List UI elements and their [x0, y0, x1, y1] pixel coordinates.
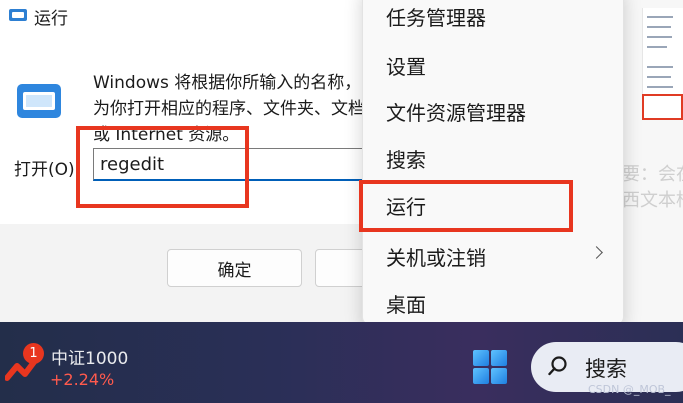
menu-item-task-manager[interactable]: 任务管理器 [363, 0, 623, 42]
background-text-line: 西文本框 [622, 190, 683, 211]
thumbnail-line [647, 16, 673, 18]
annotation-box-input [76, 126, 249, 208]
menu-item-label: 桌面 [386, 293, 426, 317]
start-pane [473, 368, 489, 384]
menu-item-label: 关机或注销 [386, 246, 486, 270]
start-context-menu: 任务管理器 设置 文件资源管理器 搜索 运行 关机或注销 桌面 [362, 0, 624, 325]
chevron-right-icon [590, 246, 603, 259]
background-window: 要：会在 西文本框 [622, 0, 683, 322]
menu-item-label: 设置 [386, 55, 426, 79]
title-bar[interactable]: 运行 [0, 0, 372, 36]
start-pane [473, 350, 489, 366]
thumbnail-line [647, 76, 671, 78]
search-icon [548, 356, 567, 376]
thumbnail-line [647, 86, 673, 88]
start-pane [491, 368, 507, 384]
menu-item-label: 文件资源管理器 [386, 101, 526, 125]
stock-name: 中证1000 [51, 349, 129, 369]
run-app-icon [9, 9, 27, 21]
ok-button[interactable]: 确定 [167, 249, 302, 287]
stock-change: +2.24% [50, 370, 115, 389]
menu-item-label: 任务管理器 [386, 6, 486, 30]
dialog-button-area: 确定 取消 [0, 224, 450, 322]
open-label: 打开(O): [14, 160, 81, 180]
windows-start-icon[interactable] [472, 349, 508, 385]
run-big-icon [17, 84, 61, 118]
notification-badge: 1 [23, 343, 44, 364]
thumbnail-line [647, 66, 673, 68]
start-pane [491, 350, 507, 366]
thumbnail-line [647, 26, 671, 28]
search-label: 搜索 [585, 357, 627, 381]
watermark: CSDN @_MOB_ [588, 383, 671, 396]
annotation-box-run [359, 180, 573, 232]
menu-item-shutdown-signout[interactable]: 关机或注销 [363, 236, 623, 282]
menu-item-file-explorer[interactable]: 文件资源管理器 [363, 91, 623, 137]
taskbar: 1 中证1000 +2.24% 搜索 CSDN @_MOB_ [0, 322, 683, 403]
dialog-title: 运行 [34, 9, 68, 29]
menu-item-label: 搜索 [386, 148, 426, 172]
thumbnail-line [647, 46, 667, 48]
menu-item-settings[interactable]: 设置 [363, 45, 623, 91]
menu-item-search[interactable]: 搜索 [363, 138, 623, 184]
background-text-line: 要：会在 [622, 164, 683, 185]
thumbnail-highlight-box [642, 94, 683, 120]
thumbnail-line [647, 36, 672, 38]
